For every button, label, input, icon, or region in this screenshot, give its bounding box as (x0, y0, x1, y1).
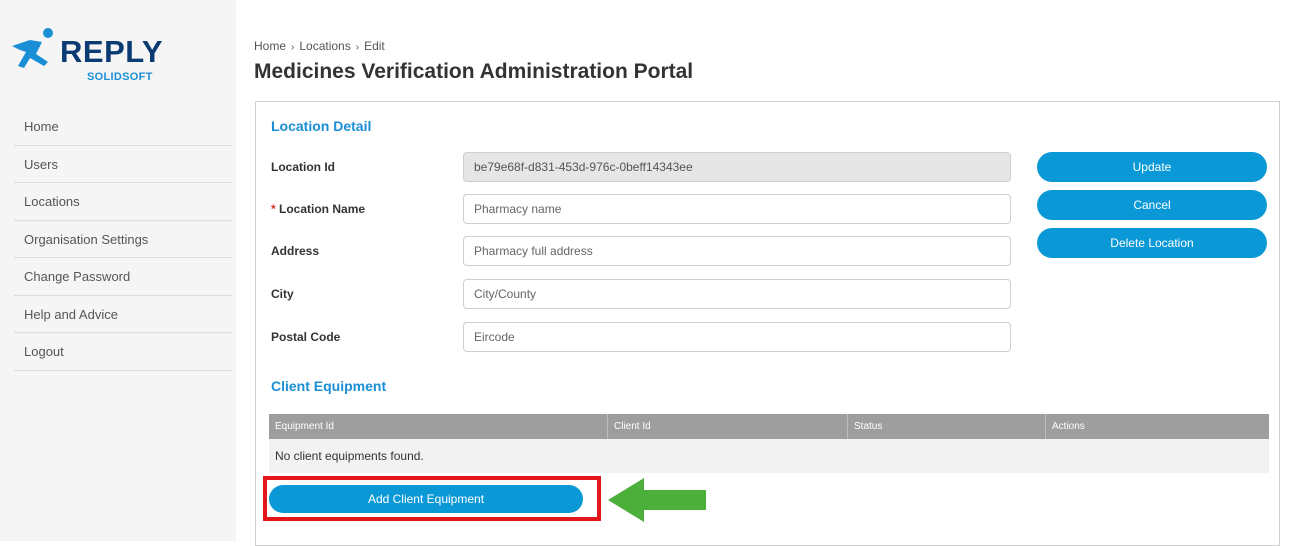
cancel-button[interactable]: Cancel (1037, 190, 1267, 220)
table-header: Equipment Id Client Id Status Actions (269, 414, 1269, 439)
update-button[interactable]: Update (1037, 152, 1267, 182)
sidebar-item-home[interactable]: Home (14, 108, 232, 146)
postal-code-input[interactable] (463, 322, 1011, 352)
column-header-client-id[interactable]: Client Id (608, 414, 848, 439)
address-label: Address (271, 244, 320, 258)
city-input[interactable] (463, 279, 1011, 309)
location-id-label: Location Id (271, 160, 335, 174)
add-client-equipment-button[interactable]: Add Client Equipment (269, 485, 583, 513)
breadcrumb-edit: Edit (364, 39, 385, 53)
location-id-field (463, 152, 1011, 182)
annotation-arrow-icon (608, 478, 706, 522)
table-empty-row: No client equipments found. (269, 439, 1269, 473)
column-header-status[interactable]: Status (848, 414, 1046, 439)
breadcrumb: Home › Locations › Edit (254, 39, 385, 53)
sidebar-item-organisation-settings[interactable]: Organisation Settings (14, 221, 232, 258)
sidebar-item-logout[interactable]: Logout (14, 333, 232, 371)
postal-code-label: Postal Code (271, 330, 341, 344)
required-marker: * (271, 202, 276, 216)
column-header-equipment-id[interactable]: Equipment Id (269, 414, 608, 439)
sidebar-item-help-and-advice[interactable]: Help and Advice (14, 296, 232, 333)
client-equipment-title: Client Equipment (271, 378, 387, 394)
running-figure-icon (12, 28, 53, 68)
breadcrumb-locations[interactable]: Locations (299, 39, 350, 53)
location-detail-title: Location Detail (271, 118, 372, 134)
location-name-input[interactable] (463, 194, 1011, 224)
page-title: Medicines Verification Administration Po… (254, 60, 694, 83)
logo-wordmark: REPLY (60, 34, 164, 69)
sidebar-nav: Home Users Locations Organisation Settin… (14, 108, 232, 371)
location-name-label-text: Location Name (279, 202, 366, 216)
delete-location-button[interactable]: Delete Location (1037, 228, 1267, 258)
main-content: Home › Locations › Edit Medicines Verificati… (236, 0, 1297, 546)
sidebar-item-locations[interactable]: Locations (14, 183, 232, 221)
column-header-actions[interactable]: Actions (1046, 414, 1269, 439)
sidebar: REPLY SOLIDSOFT Home Users Locations Org… (0, 0, 236, 541)
address-input[interactable] (463, 236, 1011, 266)
client-equipment-table: Equipment Id Client Id Status Actions No… (269, 414, 1269, 473)
city-label: City (271, 287, 294, 301)
logo-subtitle: SOLIDSOFT (87, 71, 153, 83)
breadcrumb-home[interactable]: Home (254, 39, 286, 53)
chevron-right-icon: › (355, 42, 360, 53)
location-name-label: * Location Name (271, 202, 365, 216)
reply-solidsoft-logo[interactable]: REPLY SOLIDSOFT (8, 24, 168, 83)
sidebar-item-change-password[interactable]: Change Password (14, 258, 232, 296)
sidebar-item-users[interactable]: Users (14, 146, 232, 183)
chevron-right-icon: › (291, 42, 295, 53)
